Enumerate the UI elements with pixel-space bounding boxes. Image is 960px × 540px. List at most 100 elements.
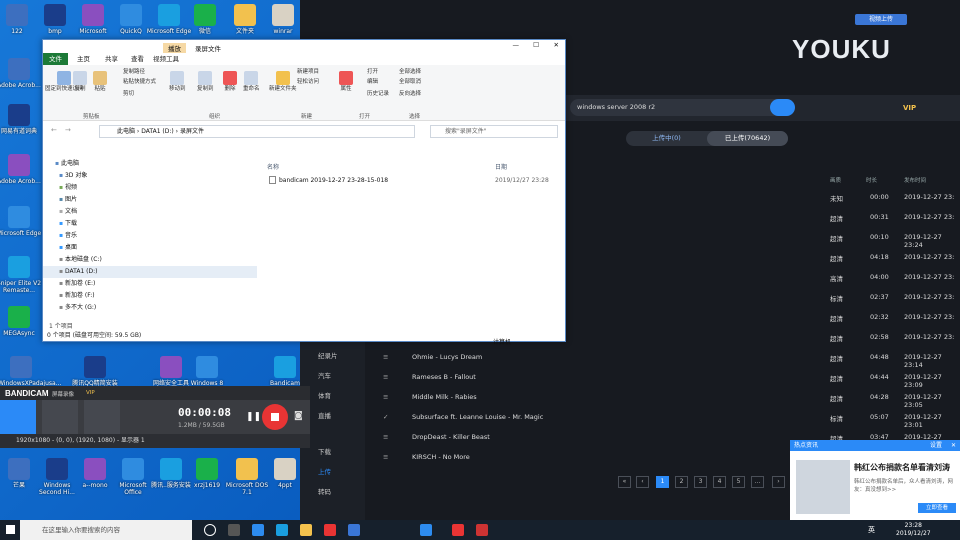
app-icon[interactable] (252, 524, 264, 536)
vip-badge[interactable]: VIP (86, 390, 95, 396)
first-page-icon[interactable]: « (618, 476, 631, 488)
page-button[interactable]: 5 (732, 476, 745, 488)
app-icon[interactable] (476, 524, 488, 536)
maximize-icon[interactable]: ☐ (533, 41, 539, 49)
sidebar-item[interactable]: 纪录片 (300, 346, 365, 366)
minimize-icon[interactable]: — (513, 41, 520, 49)
path-segment[interactable]: DATA1 (D:) (141, 128, 174, 135)
view-now-button[interactable]: 立即查看 (918, 503, 956, 513)
path-segment[interactable]: 此电脑 (117, 128, 135, 135)
nav-item[interactable]: ▪ 下载 (43, 218, 257, 230)
desktop-icon[interactable]: Adobe Acrob... (0, 58, 42, 89)
sidebar-item[interactable]: 上传 (300, 462, 365, 482)
capture-area[interactable]: 1920x1080 - (0, 0), (1920, 1080) - 显示器 1 (0, 434, 310, 448)
record-stop-button[interactable] (262, 404, 288, 430)
taskbar-search[interactable]: 在这里输入你要搜索的内容 (20, 520, 192, 540)
desktop-icon[interactable]: WindowsXPadajusa... (0, 356, 61, 387)
table-row[interactable]: ≡ Rameses B - Fallout 超清 04:44 2019-12-27 23… (365, 367, 960, 389)
nav-item[interactable]: ▪ 文档 (43, 206, 257, 218)
ribbon-button[interactable]: 复制到 (197, 71, 214, 93)
screen-mode-icon[interactable] (0, 400, 36, 434)
nav-item[interactable]: ▪ DATA1 (D:) (43, 266, 257, 278)
desktop-icon[interactable]: Adobe Acrob... (0, 154, 42, 185)
table-row[interactable]: ✓ Subsurface ft. Leanne Louise - Mr. Magi… (365, 407, 960, 429)
tab-uploaded[interactable]: 已上传(70642) (707, 131, 788, 146)
ribbon-tab[interactable]: 共享 (99, 53, 124, 65)
ribbon-tab[interactable]: 视频工具 (147, 53, 185, 65)
nav-item[interactable]: ▪ 视频 (43, 182, 257, 194)
ribbon-button[interactable]: 全部选择 (399, 69, 421, 76)
ime-indicator[interactable]: 英 (868, 525, 875, 535)
app-icon[interactable] (420, 524, 432, 536)
ribbon-button[interactable]: 编辑 (367, 79, 378, 86)
ribbon-button[interactable]: 新建文件夹 (269, 71, 297, 93)
taskview-icon[interactable] (228, 524, 240, 536)
address-bar[interactable]: 此电脑 › DATA1 (D:) › 录屏文件 (99, 125, 415, 138)
pause-icon[interactable]: ❚❚ (246, 412, 261, 422)
app-icon[interactable] (348, 524, 360, 536)
nav-item[interactable]: ▪ 图片 (43, 194, 257, 206)
ribbon-button[interactable]: 移动到 (169, 71, 186, 93)
clock[interactable]: 23:28 2019/12/27 (896, 522, 931, 538)
search-box[interactable]: 搜索"录屏文件" (430, 125, 558, 138)
device-mode-icon[interactable] (84, 400, 120, 434)
ribbon-button[interactable]: 轻松访问 (297, 79, 319, 86)
ribbon-button[interactable]: 打开 (367, 69, 378, 76)
game-mode-icon[interactable] (42, 400, 78, 434)
vip-badge[interactable]: VIP (903, 104, 916, 112)
sidebar-item[interactable]: 汽车 (300, 366, 365, 386)
nav-item[interactable]: ▪ 本地磁盘 (C:) (43, 254, 257, 266)
close-icon[interactable]: ✕ (554, 41, 559, 49)
close-icon[interactable]: ✕ (951, 440, 956, 451)
record-icon[interactable] (452, 524, 464, 536)
desktop-icon[interactable]: Windows 8 (184, 356, 230, 387)
ribbon-button[interactable]: 全部取消 (399, 79, 421, 86)
news-headline[interactable]: 韩红公布捐款名单看清刘涛 (854, 462, 956, 473)
prev-page-icon[interactable]: ‹ (636, 476, 649, 488)
desktop-icon[interactable]: 腾讯QQ精简安装 (72, 356, 118, 387)
ribbon-button[interactable]: 复制 (73, 71, 87, 93)
ribbon-tab[interactable]: 主页 (71, 53, 96, 65)
ribbon-button[interactable]: 新建项目 (297, 69, 319, 76)
ribbon-button[interactable]: 重命名 (243, 71, 260, 93)
ribbon-button[interactable]: 属性 (339, 71, 353, 93)
ribbon-button[interactable]: 剪切 (123, 91, 134, 98)
search-button[interactable] (770, 99, 795, 116)
nav-item[interactable]: ▪ 多不大 (G:) (43, 302, 257, 314)
table-row[interactable]: ≡ Ohmie - Lucys Dream 超清 04:48 2019-12-27 23… (365, 347, 960, 369)
page-button[interactable]: ... (751, 476, 764, 488)
manage-tab[interactable]: 播放 (163, 43, 186, 53)
nav-item[interactable]: ▪ 新加卷 (E:) (43, 278, 257, 290)
nav-item[interactable]: ▪ 新加卷 (F:) (43, 290, 257, 302)
bandicam-icon[interactable] (324, 524, 336, 536)
path-segment[interactable]: 录屏文件 (180, 128, 204, 135)
col-date[interactable]: 日期 (495, 162, 507, 171)
search-input[interactable]: windows server 2008 r2 (570, 99, 795, 116)
file-name[interactable]: bandicam 2019-12-27 23-28-15-018 (279, 177, 388, 184)
table-row[interactable]: ≡ Middle Milk - Rabies 超清 04:28 2019-12-27 2… (365, 387, 960, 409)
nav-item[interactable]: ▪ 桌面 (43, 242, 257, 254)
ribbon-button[interactable]: 历史记录 (367, 91, 389, 98)
edge-icon[interactable] (276, 524, 288, 536)
ribbon-button[interactable]: 反向选择 (399, 91, 421, 98)
nav-item[interactable]: ▪ 音乐 (43, 230, 257, 242)
popup-settings[interactable]: 设置 (930, 440, 942, 451)
camera-icon[interactable]: ◙ (294, 411, 303, 421)
ribbon-button[interactable]: 粘贴快捷方式 (123, 79, 156, 86)
desktop-icon[interactable]: 网易有道词典 (0, 104, 42, 135)
page-button[interactable]: 2 (675, 476, 688, 488)
ribbon-tab[interactable]: 文件 (43, 53, 68, 65)
tab-uploading[interactable]: 上传中(0) (626, 131, 707, 146)
folder-icon[interactable] (300, 524, 312, 536)
desktop-icon[interactable]: MEGAsync (0, 306, 42, 337)
desktop-icon[interactable]: Microsoft Edge (0, 206, 42, 237)
page-button[interactable]: 4 (713, 476, 726, 488)
ribbon-button[interactable]: 删除 (223, 71, 237, 93)
cortana-icon[interactable] (204, 524, 216, 536)
next-page-icon[interactable]: › (772, 476, 785, 488)
news-thumbnail[interactable] (796, 460, 850, 514)
nav-item[interactable]: ▪ 3D 对象 (43, 170, 257, 182)
nav-item[interactable]: ▪ 此电脑 (43, 158, 257, 170)
back-icon[interactable]: ← (51, 126, 57, 134)
windows-start-icon[interactable] (6, 525, 15, 534)
